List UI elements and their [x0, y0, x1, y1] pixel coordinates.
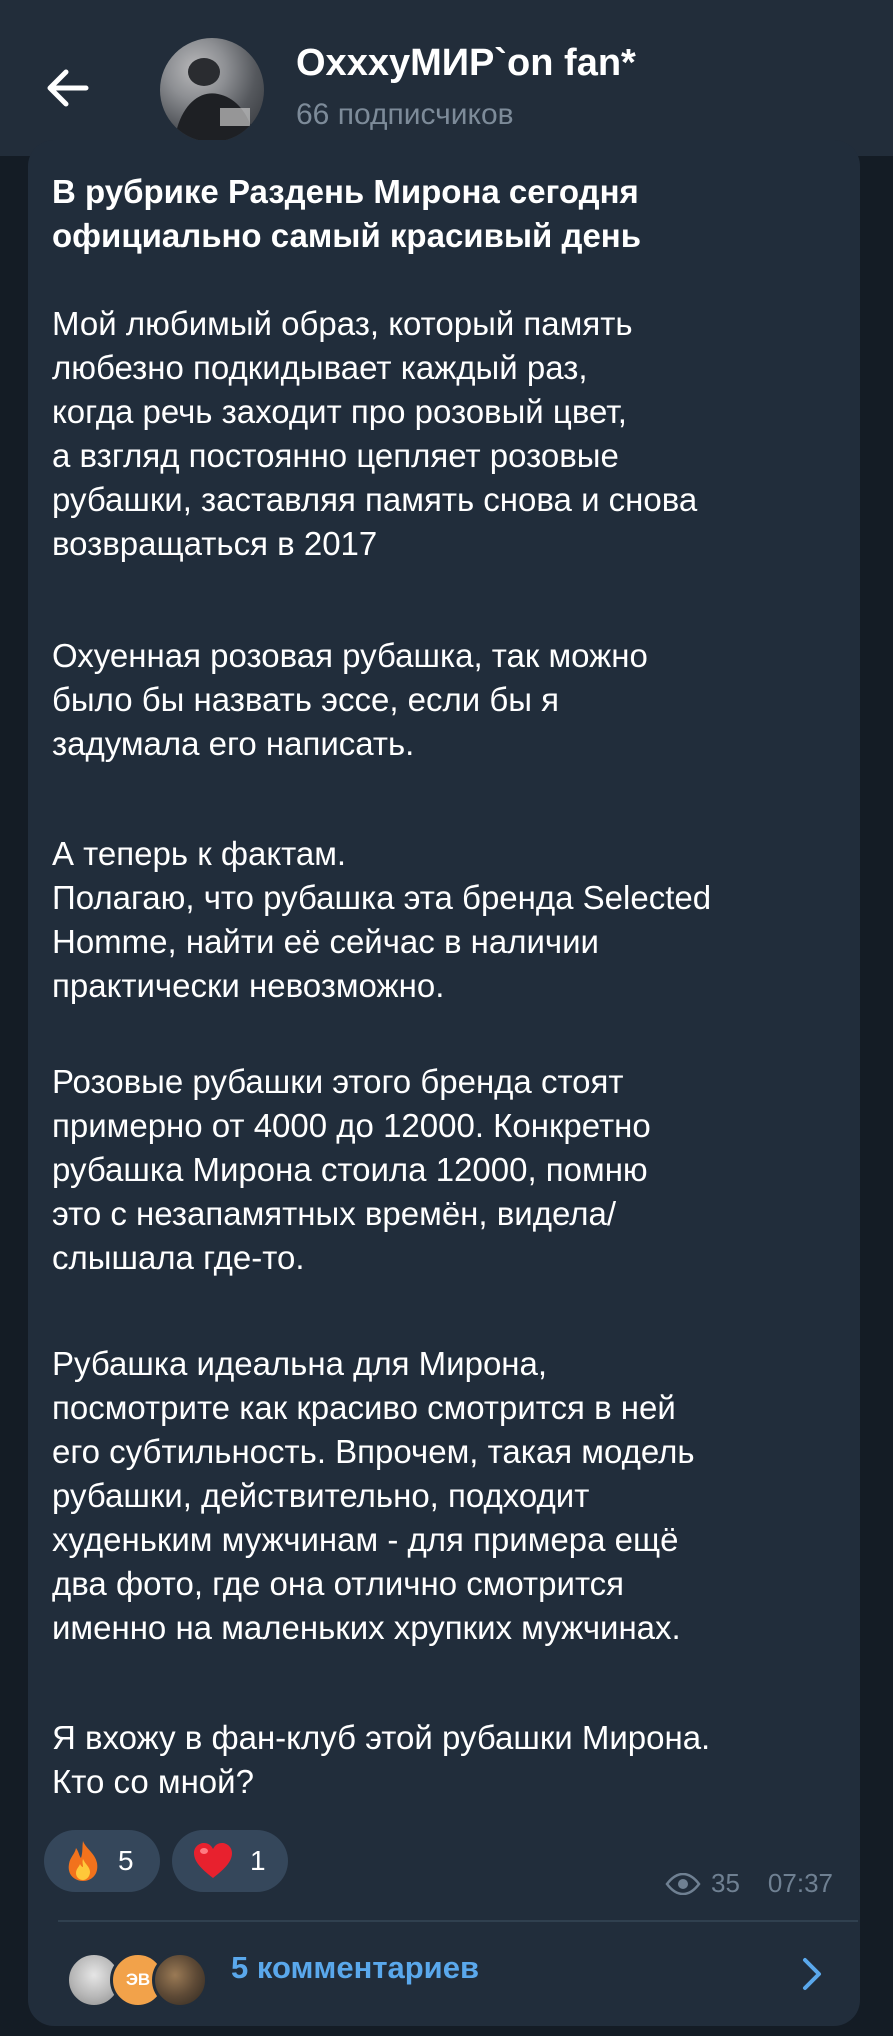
post-title: В рубрике Раздень Мирона сегодня официал…: [52, 173, 642, 254]
chevron-right-icon[interactable]: [800, 1956, 824, 1997]
post-paragraph-6: Я вхожу в фан-клуб этой рубашки Мирона. …: [52, 1719, 711, 1800]
post-time: 07:37: [767, 1868, 833, 1898]
comments-link[interactable]: 5 комментариев: [231, 1950, 479, 1986]
fire-icon: [68, 1841, 98, 1881]
comments-bar[interactable]: ЭВ 5 комментариев: [28, 1922, 860, 2024]
post-paragraph-2: Охуенная розовая рубашка, так можно было…: [52, 637, 648, 762]
top-bar: OxxxyМИР`on fan* 66 подписчиков: [0, 0, 893, 156]
channel-title[interactable]: OxxxyМИР`on fan*: [296, 42, 636, 85]
post-paragraph-1: Мой любимый образ, который память любезн…: [52, 305, 698, 562]
reaction-heart[interactable]: 1: [172, 1830, 288, 1892]
commenter-avatar-3: [152, 1952, 208, 2008]
eye-icon: [665, 1872, 701, 1895]
post-paragraph-5: Рубашка идеальна для Мирона, посмотрите …: [52, 1345, 695, 1646]
heart-reaction-count: 1: [250, 1845, 266, 1876]
post-paragraph-3: А теперь к фактам. Полагаю, что рубашка …: [52, 835, 712, 1004]
reaction-fire[interactable]: 5: [44, 1830, 160, 1892]
commenter-initials: ЭВ: [125, 1970, 151, 1989]
subscriber-count: 66 подписчиков: [296, 98, 514, 131]
view-count: 35: [711, 1868, 740, 1898]
back-arrow-icon[interactable]: [38, 58, 98, 118]
heart-icon: [194, 1843, 232, 1878]
channel-avatar[interactable]: [160, 38, 264, 142]
post-meta: 35 07:37: [665, 1868, 833, 1899]
fire-reaction-count: 5: [118, 1845, 134, 1876]
post-paragraph-4: Розовые рубашки этого бренда стоят приме…: [52, 1063, 651, 1276]
